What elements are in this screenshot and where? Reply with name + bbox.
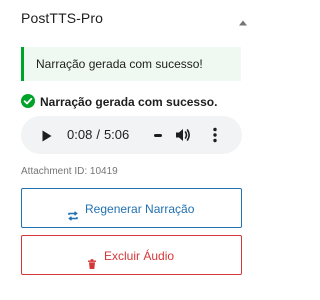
status-text: Narração gerada com sucesso. bbox=[40, 95, 218, 109]
more-options-icon[interactable] bbox=[212, 127, 218, 143]
panel-title: PostTTS-Pro bbox=[21, 10, 104, 26]
delete-button-label: Excluir Áudio bbox=[104, 249, 175, 263]
time-separator: / bbox=[96, 127, 100, 142]
panel-header[interactable]: PostTTS-Pro bbox=[0, 0, 262, 38]
current-time: 0:08 bbox=[67, 127, 93, 142]
chevron-up-icon[interactable] bbox=[238, 14, 248, 26]
delete-audio-button[interactable]: Excluir Áudio bbox=[21, 235, 242, 275]
volume-icon[interactable] bbox=[175, 127, 191, 143]
play-icon[interactable] bbox=[42, 129, 52, 142]
attachment-id: Attachment ID: 10419 bbox=[21, 166, 118, 177]
audio-player[interactable]: 0:08/5:06 bbox=[21, 116, 242, 154]
success-notice: Narração gerada com sucesso! bbox=[21, 47, 241, 81]
trash-icon bbox=[87, 256, 97, 269]
duration: 5:06 bbox=[103, 127, 130, 142]
refresh-icon bbox=[68, 208, 78, 221]
notice-text: Narração gerada com sucesso! bbox=[36, 57, 203, 71]
regenerate-narration-button[interactable]: Regenerar Narração bbox=[21, 188, 242, 228]
check-circle-icon bbox=[21, 94, 35, 108]
status-line: Narração gerada com sucesso. bbox=[21, 94, 251, 110]
progress-slider[interactable] bbox=[154, 134, 162, 137]
time-display: 0:08/5:06 bbox=[67, 127, 129, 142]
posttts-panel: PostTTS-Pro Narração gerada com sucesso!… bbox=[0, 0, 262, 300]
regenerate-button-label: Regenerar Narração bbox=[85, 202, 195, 216]
